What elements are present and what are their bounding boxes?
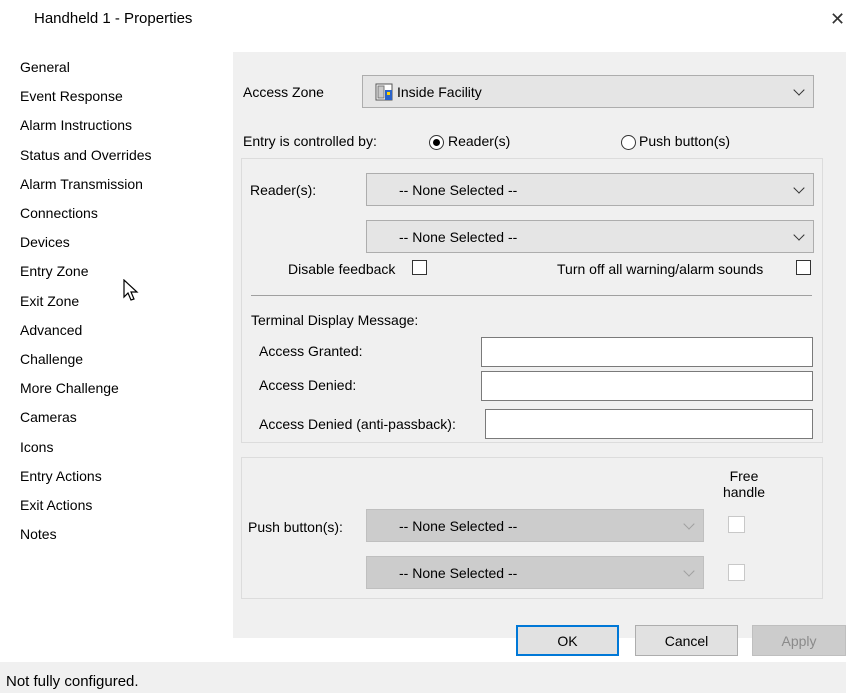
free-handle-1-checkbox[interactable] [728,516,745,533]
nav-item-entry-zone[interactable]: Entry Zone [20,263,88,279]
push-button-radio[interactable] [621,135,636,150]
reader-2-dropdown[interactable]: -- None Selected -- [366,220,814,253]
nav-item-notes[interactable]: Notes [20,526,57,542]
reader-1-value: -- None Selected -- [399,181,518,198]
free-handle-label: Free handle [722,468,766,500]
zone-icon [375,83,393,101]
access-granted-input[interactable] [481,337,813,367]
nav-item-cameras[interactable]: Cameras [20,409,77,425]
nav-item-devices[interactable]: Devices [20,234,70,250]
window-title: Handheld 1 - Properties [34,10,193,27]
chevron-down-icon [683,564,695,577]
disable-feedback-checkbox[interactable] [412,260,427,275]
nav-item-alarm-instructions[interactable]: Alarm Instructions [20,117,132,133]
entry-controlled-label: Entry is controlled by: [243,133,377,149]
nav-item-exit-zone[interactable]: Exit Zone [20,293,79,309]
access-granted-label: Access Granted: [259,343,363,359]
reader-1-dropdown[interactable]: -- None Selected -- [366,173,814,206]
close-icon[interactable]: ✕ [830,6,846,32]
access-denied-antipassback-label: Access Denied (anti-passback): [259,416,456,432]
reader-radio-label[interactable]: Reader(s) [448,133,510,149]
push-button-2-dropdown[interactable]: -- None Selected -- [366,556,704,589]
access-denied-antipassback-input[interactable] [485,409,813,439]
properties-nav: General Event Response Alarm Instruction… [8,52,233,638]
readers-divider [251,295,812,296]
free-handle-2-checkbox[interactable] [728,564,745,581]
turn-off-sounds-label: Turn off all warning/alarm sounds [557,261,764,277]
reader-2-value: -- None Selected -- [399,228,518,245]
chevron-down-icon [683,517,695,530]
chevron-down-icon [793,83,805,96]
nav-item-alarm-transmission[interactable]: Alarm Transmission [20,176,143,192]
nav-item-general[interactable]: General [20,59,70,75]
nav-item-exit-actions[interactable]: Exit Actions [20,497,92,513]
readers-label: Reader(s): [250,182,317,198]
push-button-2-value: -- None Selected -- [399,564,518,581]
access-denied-input[interactable] [481,371,813,401]
turn-off-sounds-checkbox[interactable] [796,260,811,275]
push-button-radio-label[interactable]: Push button(s) [639,133,730,149]
access-zone-dropdown[interactable]: Inside Facility [362,75,814,108]
access-zone-label: Access Zone [243,84,324,100]
chevron-down-icon [793,181,805,194]
terminal-display-heading: Terminal Display Message: [251,312,419,328]
nav-item-more-challenge[interactable]: More Challenge [20,380,119,396]
cancel-button[interactable]: Cancel [635,625,738,656]
nav-item-challenge[interactable]: Challenge [20,351,83,367]
chevron-down-icon [793,228,805,241]
nav-item-entry-actions[interactable]: Entry Actions [20,468,102,484]
nav-item-connections[interactable]: Connections [20,205,98,221]
disable-feedback-label: Disable feedback [288,261,396,277]
access-denied-label: Access Denied: [259,377,357,393]
push-buttons-label: Push button(s): [248,519,343,535]
nav-item-icons[interactable]: Icons [20,439,53,455]
nav-item-event-response[interactable]: Event Response [20,88,123,104]
nav-item-status-and-overrides[interactable]: Status and Overrides [20,147,152,163]
push-button-1-value: -- None Selected -- [399,517,518,534]
nav-item-advanced[interactable]: Advanced [20,322,82,338]
status-text: Not fully configured. [6,673,139,690]
push-button-1-dropdown[interactable]: -- None Selected -- [366,509,704,542]
ok-button[interactable]: OK [516,625,619,656]
mouse-cursor-icon [123,279,139,301]
apply-button[interactable]: Apply [752,625,846,656]
reader-radio[interactable] [429,135,444,150]
